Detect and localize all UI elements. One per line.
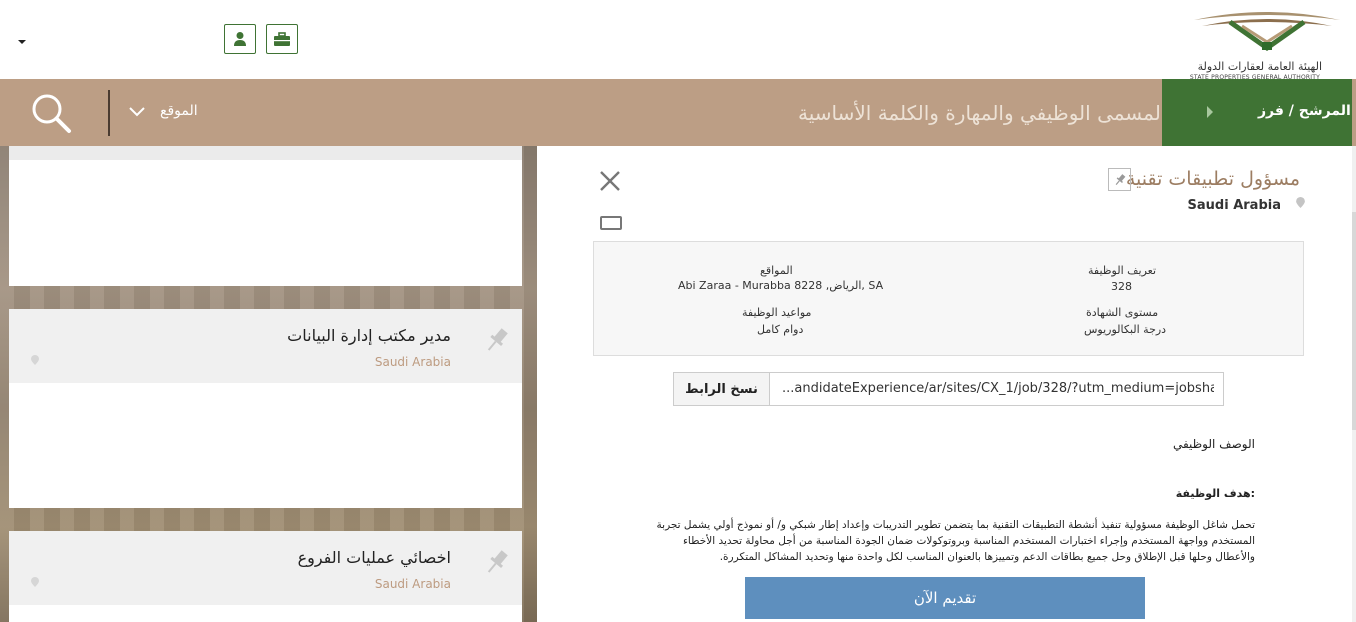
schedule-value: دوام كامل	[757, 323, 804, 336]
briefcase-icon	[274, 31, 290, 46]
location-pin-icon	[31, 355, 39, 365]
location-pin-icon	[1296, 197, 1305, 208]
profile-button[interactable]	[224, 24, 256, 54]
share-link-field[interactable]: ...andidateExperience/ar/sites/CX_1/job/…	[782, 381, 1214, 396]
chevron-down-icon[interactable]	[128, 106, 146, 118]
share-link-group: نسخ الرابط ...andidateExperience/ar/site…	[673, 372, 1224, 406]
degree-value: درجة البكالوريوس	[1084, 323, 1167, 336]
job-title: مسؤول تطبيقات تقنية	[1125, 168, 1300, 190]
user-icon	[234, 32, 246, 46]
search-icon	[32, 94, 71, 133]
job-country: Saudi Arabia	[1187, 198, 1281, 213]
pin-icon	[1115, 173, 1125, 185]
job-info-box: تعريف الوظيفة 328 المواقع Abi Zaraa - Mu…	[593, 241, 1304, 356]
page: الهيئة العامة لعقارات الدولة STATE PROPE…	[0, 0, 1356, 622]
job-locations-label: المواقع	[760, 264, 793, 277]
search-divider	[108, 90, 110, 136]
job-card-title[interactable]: مدير مكتب إدارة البيانات	[287, 326, 451, 345]
apply-now-button[interactable]: تقديم الآن	[745, 577, 1145, 619]
my-jobs-button[interactable]	[266, 24, 298, 54]
job-goal-heading: هدف الوظيفة:	[1175, 487, 1255, 500]
job-card-partial-head	[9, 146, 522, 160]
filter-sort-button[interactable]: المرشح / فرز	[1162, 79, 1352, 146]
copy-link-button[interactable]: نسخ الرابط	[674, 373, 770, 405]
schedule-label: مواعيد الوظيفة	[742, 306, 812, 319]
job-card-title[interactable]: اخصائي عمليات الفروع	[298, 548, 451, 567]
authority-logo: الهيئة العامة لعقارات الدولة STATE PROPE…	[1190, 8, 1342, 81]
close-icon[interactable]	[599, 170, 621, 192]
caret-right-icon	[1207, 106, 1213, 118]
keyword-search-input[interactable]: المسمى الوظيفي والمهارة والكلمة الأساسية	[798, 101, 1166, 125]
pin-job-button[interactable]	[1108, 168, 1131, 191]
job-card-partial[interactable]	[9, 146, 522, 286]
degree-label: مستوى الشهادة	[1086, 306, 1159, 319]
location-input[interactable]: الموقع	[160, 103, 198, 119]
job-card-location: Saudi Arabia	[374, 355, 451, 369]
pin-icon[interactable]	[482, 547, 512, 577]
search-bar: الموقع المسمى الوظيفي والمهارة والكلمة ا…	[0, 79, 1356, 146]
top-header: الهيئة العامة لعقارات الدولة STATE PROPE…	[0, 0, 1356, 81]
job-card-header: اخصائي عمليات الفروع Saudi Arabia	[9, 531, 522, 605]
location-pin-icon	[31, 577, 39, 587]
search-button[interactable]	[30, 92, 72, 134]
job-goal-text: تحمل شاغل الوظيفة مسؤولية تنفيذ أنشطة ال…	[656, 519, 1255, 563]
language-dropdown-caret-icon[interactable]	[18, 40, 26, 44]
logo-arabic-text: الهيئة العامة لعقارات الدولة	[1197, 60, 1322, 73]
job-card[interactable]: اخصائي عمليات الفروع Saudi Arabia	[9, 531, 522, 622]
job-card-location: Saudi Arabia	[374, 577, 451, 591]
job-locations-value: Abi Zaraa - Murabba 8228 ,الرياض, SA	[678, 279, 884, 292]
job-card[interactable]: مدير مكتب إدارة البيانات Saudi Arabia	[9, 309, 522, 508]
scrollbar-thumb[interactable]	[1352, 212, 1356, 430]
logo-emblem-icon	[1194, 12, 1340, 52]
filter-sort-label: المرشح / فرز	[1258, 103, 1351, 119]
job-card-header: مدير مكتب إدارة البيانات Saudi Arabia	[9, 309, 522, 383]
pin-icon[interactable]	[482, 325, 512, 355]
job-id-value: 328	[1111, 280, 1132, 293]
job-description-heading: الوصف الوظيفي	[1172, 437, 1255, 451]
job-detail-panel: مسؤول تطبيقات تقنية Saudi Arabia تعريف ا…	[537, 146, 1352, 622]
minimize-icon[interactable]	[600, 216, 622, 230]
job-id-label: تعريف الوظيفة	[1088, 264, 1157, 277]
